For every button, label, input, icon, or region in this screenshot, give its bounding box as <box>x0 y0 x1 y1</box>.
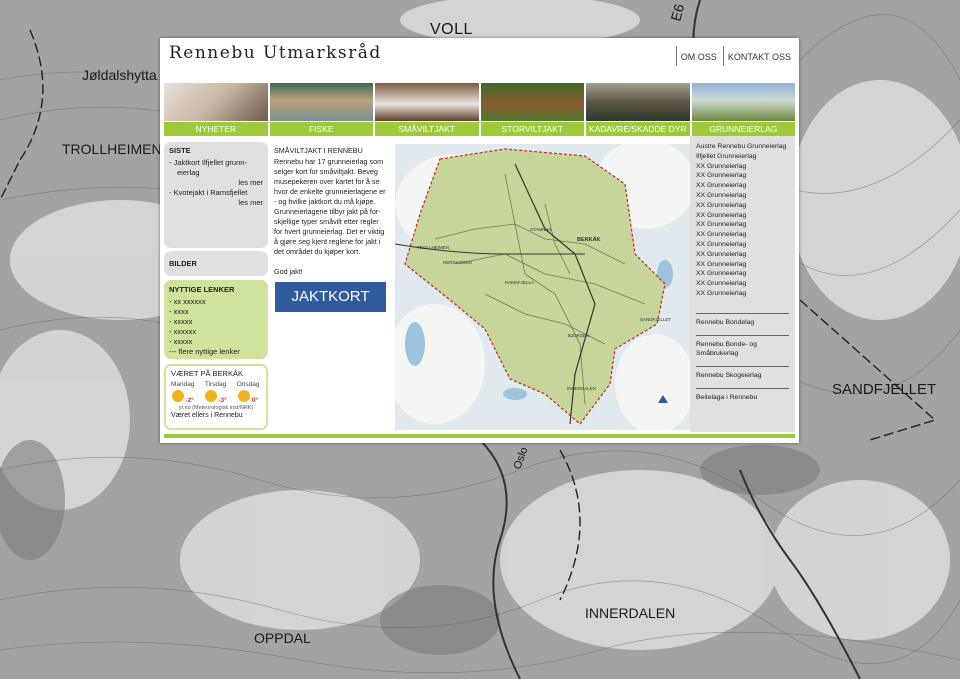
section-bonde-smabrukerlag[interactable]: Rennebu Bonde- og Småbrukerlag <box>696 334 789 358</box>
lag-item[interactable]: XX Grunneierlag <box>690 289 795 299</box>
photo-fish <box>269 83 373 121</box>
nav-smaviltjakt[interactable]: SMÅVILTJAKT <box>375 122 479 136</box>
section-beitelaga[interactable]: Beitelaga i Rennebu <box>696 387 789 402</box>
siste-item-1-cont[interactable]: eierlag <box>169 168 263 178</box>
sun-icon <box>238 390 251 402</box>
weather-box: VÆRET PÅ BERKÅK Mandag -2° Tirsdag -3° O… <box>164 364 268 430</box>
lag-item[interactable]: XX Grunneierlag <box>690 260 795 270</box>
lag-item[interactable]: XX Grunneierlag <box>690 162 795 172</box>
lag-item[interactable]: Austre Rennebu Grunneierlag <box>690 142 795 152</box>
intro-text: SMÅVILTJAKT I RENNEBU Rennebu har 17 gru… <box>274 146 386 277</box>
map-label-ramsfjella: RAMSFJELLA <box>505 280 534 285</box>
intro-body: Rennebu har 17 grunneierlag som selger k… <box>274 157 386 256</box>
nav-fiske[interactable]: FISKE <box>269 122 373 136</box>
lag-item[interactable]: XX Grunneierlag <box>690 171 795 181</box>
top-links: OM OSS KONTAKT OSS <box>674 46 795 66</box>
photo-landscape <box>691 83 795 121</box>
nyttige-title: NYTTIGE LENKER <box>169 285 235 294</box>
forecast-day-3: Onsdag 0° <box>237 381 260 404</box>
contact-link[interactable]: KONTAKT OSS <box>722 46 795 66</box>
map-label-trollheimen: TROLLHEIMEN <box>417 245 449 250</box>
about-link[interactable]: OM OSS <box>675 46 721 66</box>
lag-item[interactable]: XX Grunneierlag <box>690 181 795 191</box>
nav-nyheter[interactable]: NYHETER <box>164 122 268 136</box>
read-more-link-2[interactable]: les mer <box>169 198 263 208</box>
weather-title: VÆRET PÅ BERKÅK <box>171 369 243 378</box>
siste-title: SISTE <box>169 146 191 155</box>
lag-item[interactable]: XX Grunneierlag <box>690 240 795 250</box>
temp-1: -2° <box>185 397 194 404</box>
siste-item-1[interactable]: - Jaktkort Ilfjellet grunn- <box>169 158 263 168</box>
more-links[interactable]: --- flere nyttige lenker <box>169 347 263 357</box>
link-item-2[interactable]: - xxxx <box>169 307 263 317</box>
bg-label-trollheimen: TROLLHEIMEN <box>62 141 162 157</box>
nyttige-lenker-box: NYTTIGE LENKER - xx xxxxxx - xxxx - xxxx… <box>164 280 268 359</box>
siste-item-2[interactable]: - Kvotejakt i Ramsfjellet <box>169 188 263 198</box>
sun-icon <box>204 390 217 402</box>
photo-hands <box>164 83 268 121</box>
god-jakt: God jakt! <box>274 267 303 276</box>
hunting-area-map[interactable]: TROLLHEIMEN BERKÅK RAMSFJELLA INNERDALEN… <box>385 139 695 434</box>
map-label-berkak: BERKÅK <box>577 236 601 243</box>
grunneierlag-panel: Austre Rennebu Grunneierlag Ilfjellet Gr… <box>690 136 795 432</box>
weather-elsewhere-link[interactable]: Været ellers i Rennebu <box>171 411 261 421</box>
photo-moose <box>586 83 690 121</box>
lag-item[interactable]: XX Grunneierlag <box>690 201 795 211</box>
bottom-bar <box>164 434 795 438</box>
forecast-day-2: Tirsdag -3° <box>204 381 227 404</box>
map-svg: TROLLHEIMEN BERKÅK RAMSFJELLA INNERDALEN… <box>385 139 695 434</box>
bg-label-sandfjellet: SANDFJELLET <box>832 381 936 398</box>
photo-strip <box>164 83 795 121</box>
site-logo[interactable]: Rennebu Utmarksråd <box>169 43 382 63</box>
lag-item[interactable]: Ilfjellet Grunneierlag <box>690 152 795 162</box>
temp-2: -3° <box>218 397 227 404</box>
temp-3: 0° <box>251 397 259 404</box>
day-label-3: Onsdag <box>236 381 260 388</box>
day-label-2: Tirsdag <box>204 381 227 388</box>
day-label-1: Mandag <box>171 381 195 388</box>
lag-item[interactable]: XX Grunneierlag <box>690 220 795 230</box>
map-label-nerskogen: NERSKOGEN <box>443 260 472 265</box>
lag-item[interactable]: XX Grunneierlag <box>690 191 795 201</box>
lag-item[interactable]: XX Grunneierlag <box>690 279 795 289</box>
map-label-innerdalen: INNERDALEN <box>567 386 596 391</box>
bg-label-voll: VOLL <box>430 21 473 38</box>
bg-label-oppdal: OPPDAL <box>254 630 311 646</box>
bilder-box[interactable]: BILDER <box>164 251 268 276</box>
lag-item[interactable]: XX Grunneierlag <box>690 269 795 279</box>
forecast-row: Mandag -2° Tirsdag -3° Onsdag 0° <box>171 381 261 404</box>
read-more-link-1[interactable]: les mer <box>169 178 263 188</box>
link-item-3[interactable]: - xxxxx <box>169 317 263 327</box>
nav-grunneierlag[interactable]: GRUNNEIERLAG <box>691 122 795 136</box>
map-label-sandfjellet: SANDFJELLET <box>640 317 672 322</box>
bg-label-innerdalen: INNERDALEN <box>585 605 675 621</box>
forecast-day-1: Mandag -2° <box>171 381 195 404</box>
lag-item[interactable]: XX Grunneierlag <box>690 211 795 221</box>
lag-item[interactable]: XX Grunneierlag <box>690 250 795 260</box>
intro-title: SMÅVILTJAKT I RENNEBU <box>274 146 363 155</box>
photo-grouse <box>375 83 479 121</box>
jaktkort-button[interactable]: JAKTKORT <box>275 282 386 312</box>
map-label-stamnan: STAMNAN <box>530 227 552 232</box>
link-item-5[interactable]: - xxxxx <box>169 337 263 347</box>
section-bondelag[interactable]: Rennebu Bondelag <box>696 312 789 327</box>
siste-box: SISTE - Jaktkort Ilfjellet grunn- eierla… <box>164 142 268 248</box>
sun-icon <box>171 390 184 402</box>
main-nav: NYHETER FISKE SMÅVILTJAKT STORVILTJAKT K… <box>164 122 795 136</box>
bilder-title[interactable]: BILDER <box>169 259 263 268</box>
photo-deer <box>480 83 584 121</box>
nav-kadavre[interactable]: KADAVRE/SKADDE DYR <box>586 122 690 136</box>
lag-item[interactable]: XX Grunneierlag <box>690 230 795 240</box>
bg-label-joldalshytta: Jøldalshytta <box>82 67 157 83</box>
link-item-1[interactable]: - xx xxxxxx <box>169 297 263 307</box>
site-window: Rennebu Utmarksråd OM OSS KONTAKT OSS NY… <box>160 38 799 443</box>
link-item-4[interactable]: - xxxxxx <box>169 327 263 337</box>
map-label-bjorsen: BJORSEN <box>568 333 589 338</box>
section-skogeierlag[interactable]: Rennebu Skogeierlag <box>696 365 789 380</box>
nav-storviltjakt[interactable]: STORVILTJAKT <box>480 122 584 136</box>
